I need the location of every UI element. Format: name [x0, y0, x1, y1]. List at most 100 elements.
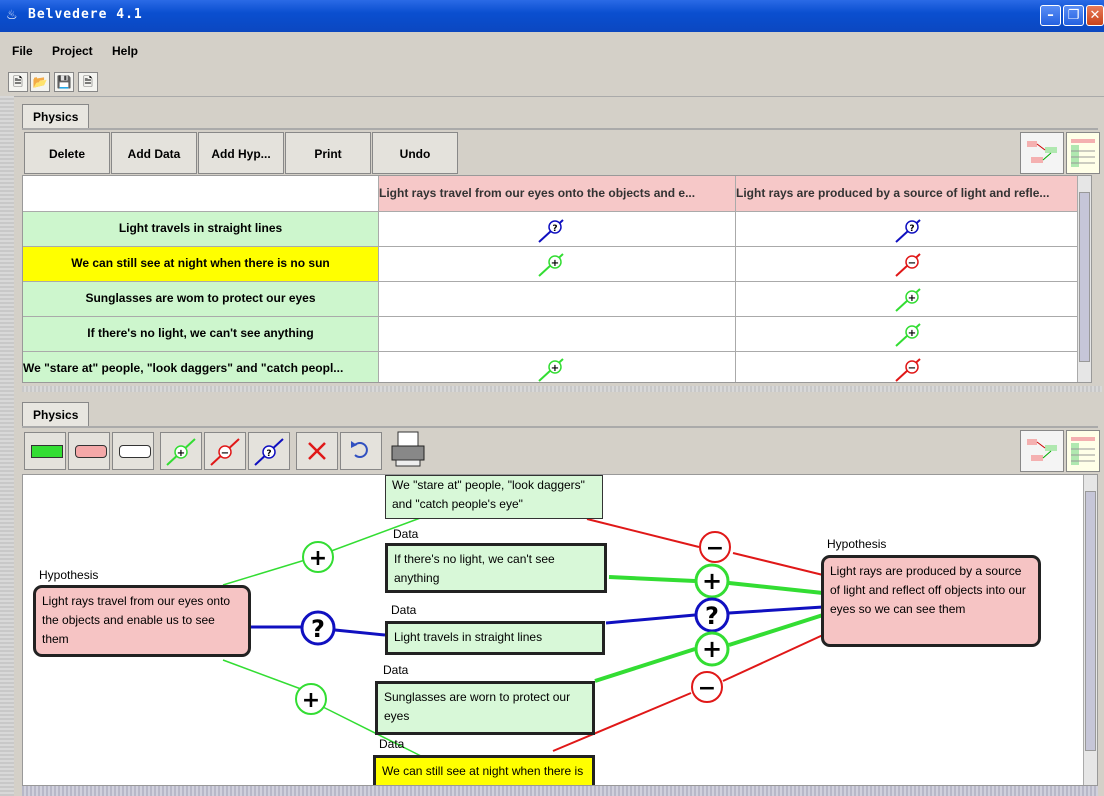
support-link[interactable] — [222, 556, 316, 586]
hypothesis-label: Hypothesis — [39, 568, 99, 582]
svg-text:+: + — [309, 546, 327, 571]
data-label: Data — [393, 527, 419, 541]
menu-bar: File Project Help — [0, 32, 1104, 70]
support-link[interactable] — [222, 659, 302, 690]
maximize-icon[interactable]: ❐ — [1063, 5, 1084, 26]
tab-underline — [22, 128, 1098, 130]
tab-physics-matrix[interactable]: Physics — [22, 104, 90, 128]
unknown-link-icon[interactable]: ? — [248, 432, 290, 470]
add-data-button[interactable]: Add Data — [111, 132, 197, 174]
support-link-icon[interactable]: + — [160, 432, 202, 470]
svg-text:+: + — [302, 688, 320, 713]
data-node-selected[interactable]: We can still see at night when there is … — [373, 755, 595, 785]
new-icon[interactable]: 🗎 — [8, 72, 28, 92]
unknown-link-icon: ? — [895, 219, 921, 243]
menu-project[interactable]: Project — [52, 44, 93, 58]
export-icon[interactable]: 🗎 — [78, 72, 98, 92]
save-icon[interactable]: 💾 — [54, 72, 74, 92]
hypothesis-node[interactable]: Light rays travel from our eyes onto the… — [33, 585, 251, 657]
add-hypothesis-button[interactable]: Add Hyp... — [198, 132, 284, 174]
unknown-link[interactable] — [728, 605, 824, 615]
svg-text:−: − — [908, 363, 916, 374]
support-link[interactable] — [594, 647, 696, 683]
support-marker[interactable]: + — [302, 541, 334, 573]
undo-button[interactable]: Undo — [372, 132, 458, 174]
svg-text:?: ? — [909, 224, 914, 234]
support-link[interactable] — [608, 575, 696, 583]
conflict-marker[interactable]: − — [699, 531, 731, 563]
svg-text:−: − — [706, 536, 724, 561]
conflict-link[interactable] — [732, 552, 824, 576]
data-label: Data — [391, 603, 417, 617]
graph-horizontal-scrollbar[interactable] — [22, 786, 1098, 796]
print-button[interactable]: Print — [285, 132, 371, 174]
data-node[interactable]: Light travels in straight lines — [385, 621, 605, 655]
undo-icon[interactable] — [340, 432, 382, 470]
data-label: Data — [379, 737, 405, 751]
svg-text:−: − — [221, 448, 229, 459]
matrix-view-icon[interactable] — [1066, 132, 1100, 174]
data-node[interactable]: If there's no light, we can't see anythi… — [385, 543, 607, 593]
conflict-link-icon: − — [895, 253, 921, 277]
matrix-view-icon[interactable] — [1066, 430, 1100, 472]
hypothesis-node-tool-icon[interactable] — [68, 432, 110, 470]
svg-text:+: + — [177, 448, 185, 459]
svg-text:+: + — [702, 567, 722, 595]
data-node-tool-icon[interactable] — [24, 432, 66, 470]
scrollbar-thumb[interactable] — [1085, 491, 1096, 751]
support-link[interactable] — [728, 581, 824, 595]
conflict-marker[interactable]: − — [691, 671, 723, 703]
close-icon[interactable]: ✕ — [1086, 5, 1104, 26]
data-label: Data — [383, 663, 409, 677]
java-icon: ♨ — [6, 7, 18, 22]
delete-button[interactable]: Delete — [24, 132, 110, 174]
delete-icon[interactable] — [296, 432, 338, 470]
support-link-icon: + — [538, 253, 564, 277]
svg-text:+: + — [551, 258, 559, 269]
left-collapse-strip[interactable] — [0, 96, 14, 796]
unknown-link-icon: ? — [538, 219, 564, 243]
data-node[interactable]: Sunglasses are worn to protect our eyes — [375, 681, 595, 735]
unknown-marker[interactable]: ? — [694, 597, 730, 633]
split-pane-divider[interactable] — [22, 386, 1102, 392]
scrollbar-thumb[interactable] — [1079, 192, 1090, 362]
menu-file[interactable]: File — [12, 44, 33, 58]
tab-physics-graph[interactable]: Physics — [22, 402, 90, 426]
title-bar: ♨ Belvedere 4.1 – ❐ ✕ — [0, 0, 1104, 32]
conflict-link-icon[interactable]: − — [204, 432, 246, 470]
argument-graph-canvas[interactable]: + ? + − + ? + − Hypothesis Hypothesis Da… — [22, 474, 1098, 786]
svg-text:+: + — [908, 328, 916, 339]
window-title: Belvedere 4.1 — [28, 7, 143, 22]
svg-text:+: + — [908, 293, 916, 304]
svg-text:+: + — [702, 635, 722, 663]
menu-help[interactable]: Help — [112, 44, 138, 58]
unspecified-node-tool-icon[interactable] — [112, 432, 154, 470]
support-marker[interactable]: + — [295, 683, 327, 715]
svg-text:?: ? — [552, 224, 557, 234]
matrix-vertical-scrollbar[interactable] — [1077, 176, 1091, 382]
unknown-link[interactable] — [605, 613, 696, 625]
unknown-link[interactable] — [334, 628, 386, 637]
graph-view-icon[interactable] — [1020, 430, 1064, 472]
svg-text:?: ? — [266, 449, 271, 459]
hypothesis-node[interactable]: Light rays are produced by a source of l… — [821, 555, 1041, 647]
hypothesis-label: Hypothesis — [827, 537, 887, 551]
tab-underline — [22, 426, 1098, 428]
svg-text:+: + — [551, 363, 559, 374]
support-marker[interactable]: + — [694, 563, 730, 599]
conflict-link-icon: − — [895, 358, 921, 382]
svg-text:−: − — [908, 258, 916, 269]
minimize-icon[interactable]: – — [1040, 5, 1061, 26]
graph-view-icon[interactable] — [1020, 132, 1064, 174]
print-icon[interactable] — [388, 430, 428, 470]
evidence-matrix: Light rays travel from our eyes onto the… — [22, 175, 1092, 383]
graph-vertical-scrollbar[interactable] — [1083, 475, 1097, 785]
open-icon[interactable]: 📂 — [30, 72, 50, 92]
support-marker[interactable]: + — [694, 631, 730, 667]
support-link-icon: + — [895, 323, 921, 347]
unknown-marker[interactable]: ? — [300, 610, 336, 646]
support-link-icon: + — [538, 358, 564, 382]
support-link-icon: + — [895, 288, 921, 312]
toolbar-divider — [0, 96, 1104, 97]
data-node[interactable]: We "stare at" people, "look daggers" and… — [385, 475, 603, 519]
